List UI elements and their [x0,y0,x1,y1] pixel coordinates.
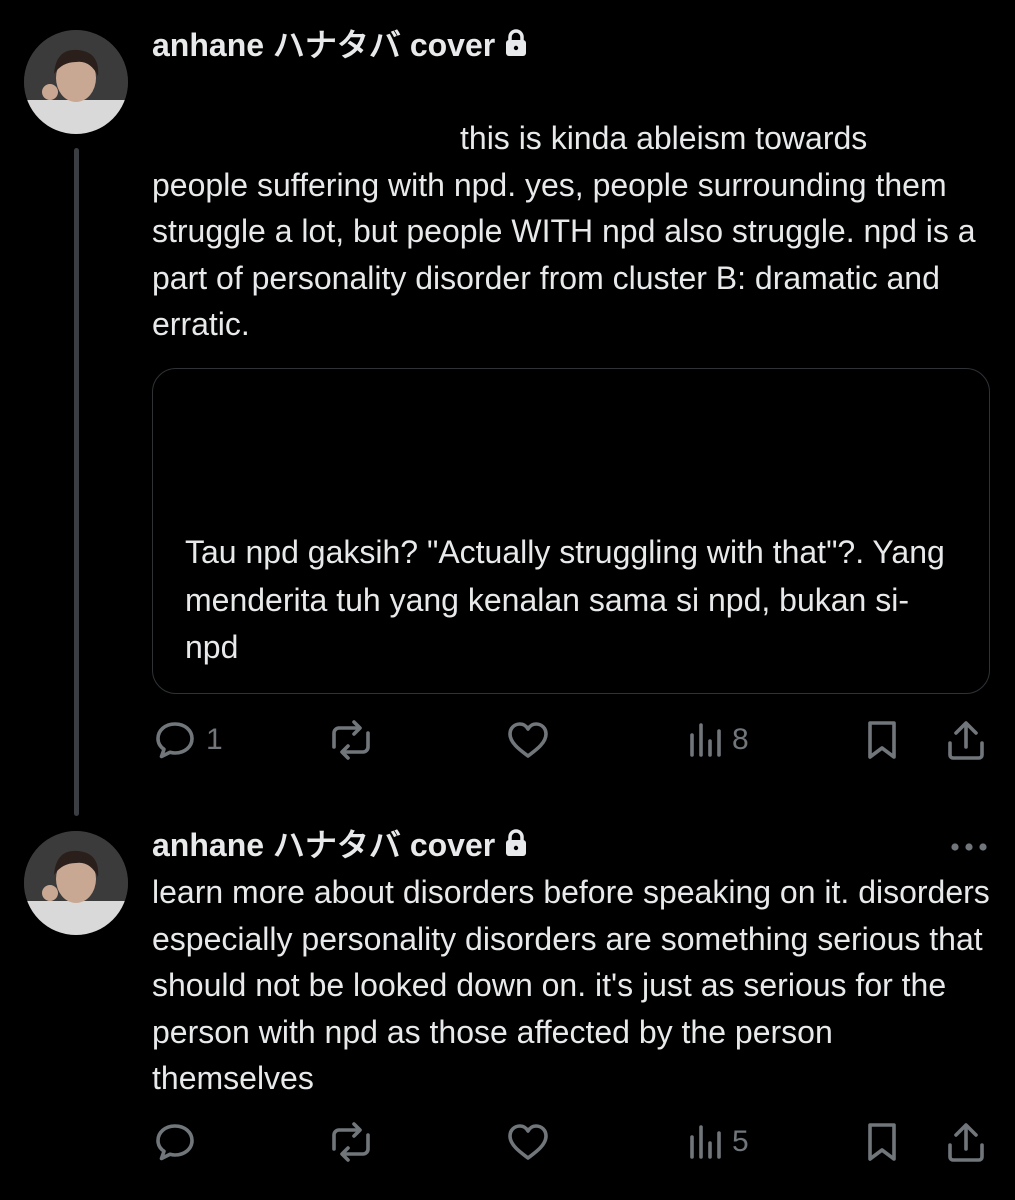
post-text-rest: people suffering with npd. yes, people s… [152,166,976,343]
author-row[interactable]: anhane ハナタバ cover [152,21,527,65]
quoted-post[interactable]: Tau npd gaksih? "Actually struggling wit… [152,368,990,694]
lock-icon [506,29,527,56]
views-button[interactable]: 5 [688,1118,749,1166]
like-icon [508,722,548,758]
repost-button[interactable] [326,1118,376,1166]
reply-button[interactable]: 1 [152,716,223,764]
lock-icon [506,829,527,856]
post-actions: 1 8 [152,716,997,764]
avatar[interactable] [24,831,128,935]
repost-button[interactable] [326,716,376,764]
post-actions: 5 [152,1118,997,1166]
like-button[interactable] [505,1118,551,1166]
author-name[interactable]: anhane ハナタバ cover [152,20,495,66]
views-count: 5 [732,1125,749,1158]
author-name[interactable]: anhane ハナタバ cover [152,820,495,866]
thread-line [74,148,79,816]
views-button[interactable]: 8 [688,716,749,764]
views-count: 8 [732,723,749,756]
author-row[interactable]: anhane ハナタバ cover [152,821,527,865]
repost-icon [332,1122,370,1162]
share-button[interactable] [944,716,988,764]
share-button[interactable] [944,1118,988,1166]
reply-icon [156,1124,194,1161]
post-text: this is kinda ableism towards people suf… [152,115,1002,348]
post-text: learn more about disorders before speaki… [152,874,990,1096]
share-icon [948,721,984,760]
reply-icon [156,722,194,759]
post-text-line1: this is kinda ableism towards [460,120,868,156]
bookmark-icon [868,721,896,759]
like-icon [508,1124,548,1160]
quoted-post-text: Tau npd gaksih? "Actually struggling wit… [185,534,945,665]
views-icon [690,1125,721,1159]
reply-button[interactable] [152,1118,198,1166]
repost-icon [332,720,370,760]
reply-count: 1 [206,723,223,756]
more-icon[interactable] [949,842,989,852]
share-icon [948,1123,984,1162]
bookmark-icon [868,1123,896,1161]
avatar[interactable] [24,30,128,134]
like-button[interactable] [505,716,551,764]
bookmark-button[interactable] [862,1118,902,1166]
bookmark-button[interactable] [862,716,902,764]
views-icon [690,723,721,757]
